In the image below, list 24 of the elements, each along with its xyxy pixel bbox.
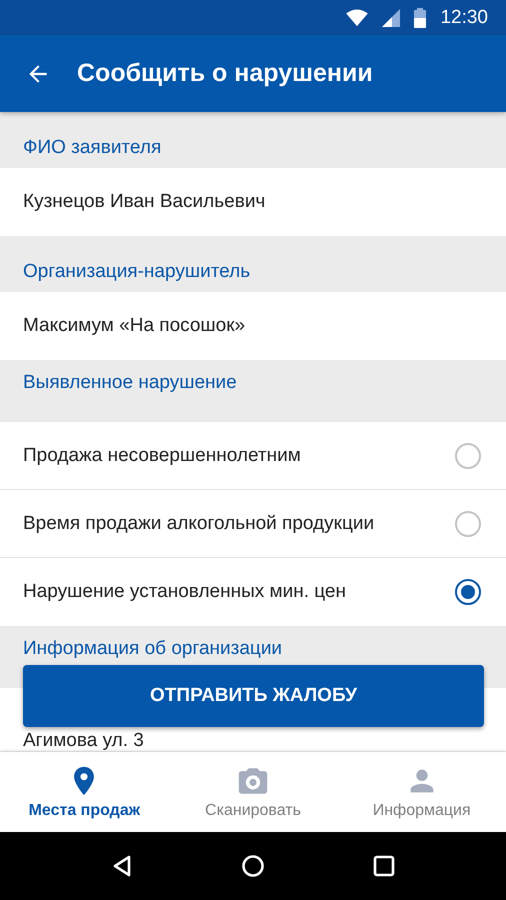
- signal-icon: [382, 8, 400, 26]
- radio-option[interactable]: Время продажи алкогольной продукции: [0, 490, 506, 558]
- home-icon[interactable]: [240, 854, 265, 878]
- field-value: Агимова ул. 3: [23, 730, 144, 751]
- nav-tab[interactable]: Места продаж: [0, 752, 169, 832]
- field-value: Кузнецов Иван Васильевич: [23, 191, 266, 213]
- radio-button[interactable]: [455, 579, 481, 605]
- field-value: Максимум «На посошок»: [23, 315, 246, 337]
- section-heading: Информация об организации: [23, 638, 282, 660]
- radio-button[interactable]: [455, 510, 481, 536]
- recents-icon[interactable]: [372, 854, 396, 878]
- screen-title: Сообщить о нарушении: [77, 59, 373, 88]
- section-heading: ФИО заявителя: [23, 137, 162, 159]
- nav-tab[interactable]: Сканировать: [168, 752, 338, 832]
- nav-tab[interactable]: Информация: [337, 752, 506, 832]
- clock-time: 12:30: [440, 6, 488, 28]
- section-heading: Выявленное нарушение: [23, 372, 237, 394]
- submit-button[interactable]: ОТПРАВИТЬ ЖАЛОБУ: [23, 665, 484, 727]
- radio-option[interactable]: Продажа несовершеннолетним: [0, 422, 506, 490]
- wifi-icon: [346, 8, 368, 26]
- radio-button[interactable]: [455, 442, 481, 468]
- battery-icon: [414, 8, 426, 28]
- radio-option[interactable]: Нарушение установленных мин. цен: [0, 558, 506, 626]
- section-heading: Организация-нарушитель: [23, 261, 250, 283]
